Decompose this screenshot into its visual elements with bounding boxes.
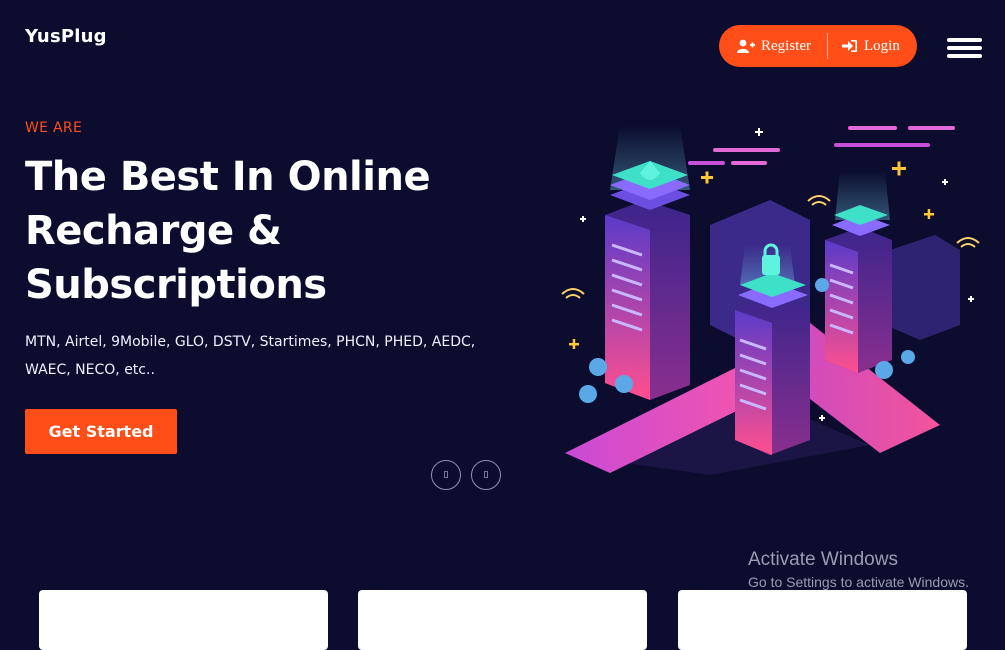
service-card — [39, 590, 328, 650]
login-button[interactable]: Login — [828, 25, 900, 67]
carousel-next-button[interactable]: ▯ — [471, 460, 501, 490]
auth-buttons: Register Login — [719, 25, 917, 67]
sign-in-icon — [842, 40, 857, 52]
watermark-title: Activate Windows — [748, 549, 898, 570]
isometric-city-illustration — [561, 125, 980, 475]
watermark-subtitle: Go to Settings to activate Windows. — [748, 574, 969, 590]
activate-windows-watermark: Activate Windows Go to Settings to activ… — [748, 549, 969, 590]
user-plus-icon — [737, 39, 755, 53]
register-button[interactable]: Register — [719, 25, 827, 67]
service-card — [678, 590, 967, 650]
headline-line-1: The Best In Online — [25, 154, 431, 200]
register-label: Register — [761, 37, 811, 54]
brand-logo[interactable]: YusPlug — [25, 26, 107, 47]
hero-subtitle: MTN, Airtel, 9Mobile, GLO, DSTV, Startim… — [25, 334, 476, 378]
login-label: Login — [864, 37, 900, 54]
get-started-button[interactable]: Get Started — [25, 409, 177, 454]
hero-headline: The Best In Online Recharge & Subscripti… — [25, 150, 495, 312]
service-card — [358, 590, 647, 650]
headline-line-2: Recharge & — [25, 208, 282, 254]
carousel-prev-button[interactable]: ▯ — [431, 460, 461, 490]
headline-line-3: Subscriptions — [25, 262, 327, 308]
hero-eyebrow: WE ARE — [25, 120, 83, 136]
hamburger-menu-icon[interactable] — [947, 38, 982, 58]
